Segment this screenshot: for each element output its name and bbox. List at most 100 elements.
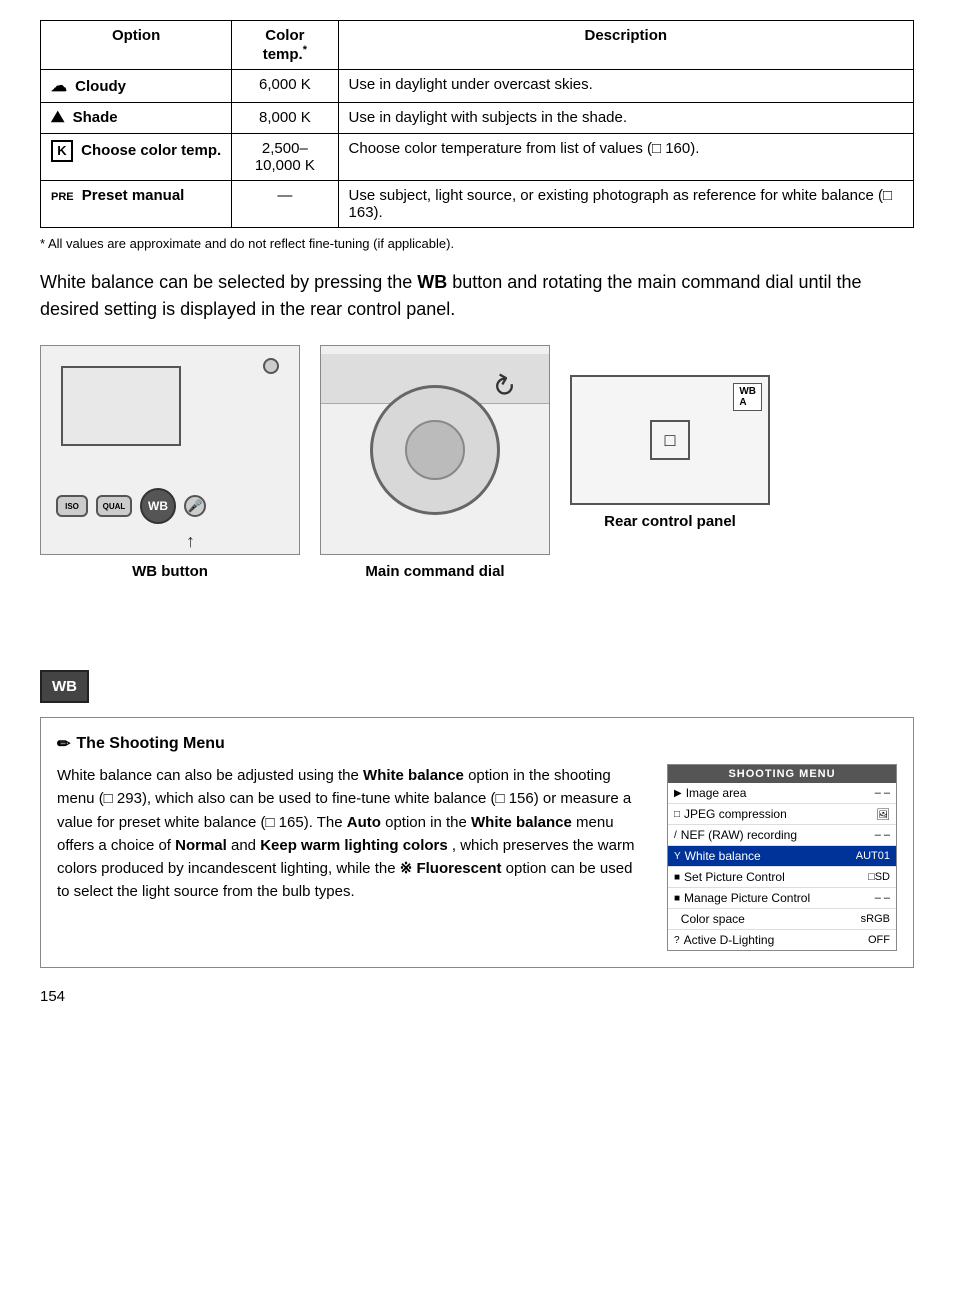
iso-button: ISO [56,495,88,517]
menu-val-d-lighting: OFF [868,934,890,946]
note-text-5: and [231,837,260,854]
rear-panel-wrapper: WBA □ [570,375,770,505]
table-footnote: * All values are approximate and do not … [40,236,914,251]
rear-wb-badge: WBA [733,383,762,411]
menu-icon-pic-ctrl: ■ [674,872,680,883]
dial-inner [405,420,465,480]
option-cloudy: ☁ Cloudy [41,70,232,103]
menu-val-nef: – – [875,829,890,841]
note-text-1: White balance can also be adjusted using… [57,767,363,784]
note-title-text: The Shooting Menu [76,735,224,753]
cloud-icon: ☁ [51,78,67,95]
wb-sidebar-badge: WB [40,670,89,703]
wb-sidebar-container: WB [40,670,914,703]
k-icon: K [51,140,73,162]
menu-icon-nef: / [674,830,677,841]
camera-screen [61,366,181,446]
wb-button: WB [140,488,176,524]
shooting-menu: SHOOTING MENU ▶ Image area – – □ JPEG co… [667,764,897,951]
page-number: 154 [40,988,914,1005]
menu-val-pic-ctrl: □SD [868,871,890,883]
camera-illustration: ISO QUAL WB 🎤 ↑ [40,345,300,555]
note-body-text: White balance can also be adjusted using… [57,764,647,904]
table-row: ⛰ Shade 8,000 K Use in daylight with sub… [41,103,914,134]
wb-arrow: ↑ [186,531,195,552]
wb-button-label: WB button [132,563,208,580]
pre-icon: PRE [51,191,74,203]
shooting-menu-title: SHOOTING MENU [668,765,896,783]
menu-icon-color-space [674,914,677,925]
dial-circle-container: ↻ [370,385,500,515]
menu-val-jpeg: 🖼 [876,808,890,821]
mountain-icon: ⛰ [51,109,64,126]
menu-row-manage-pic: ■ Manage Picture Control – – [668,888,896,909]
menu-val-wb: AUT01 [856,850,890,862]
menu-row-wb: Y White balance AUT01 [668,846,896,867]
desc-cloudy: Use in daylight under overcast skies. [338,70,913,103]
qual-button: QUAL [96,495,132,517]
auto-bold: Auto [347,814,381,831]
white-balance-bold-1: White balance [363,767,464,784]
table-row: ☁ Cloudy 6,000 K Use in daylight under o… [41,70,914,103]
desc-choose: Choose color temperature from list of va… [338,134,913,181]
colortemp-choose: 2,500–10,000 K [232,134,338,181]
menu-name-wb: White balance [685,849,856,863]
shooting-menu-img: SHOOTING MENU ▶ Image area – – □ JPEG co… [667,764,897,951]
main-dial-diagram: ↻ Main command dial [320,345,550,580]
menu-row-jpeg: □ JPEG compression 🖼 [668,804,896,825]
normal-bold: Normal [175,837,227,854]
menu-name-pic-ctrl: Set Picture Control [684,870,868,884]
dial-outer: ↻ [370,385,500,515]
camera-dials: ISO QUAL WB 🎤 [56,488,206,524]
col-header-description: Description [338,21,913,70]
colortemp-cloudy: 6,000 K [232,70,338,103]
menu-row-d-lighting: ? Active D-Lighting OFF [668,930,896,950]
option-choose-color: K Choose color temp. [41,134,232,181]
menu-icon-d-lighting: ? [674,935,680,946]
rear-panel-diagram: WBA □ Rear control panel [570,345,770,530]
menu-row-color-space: Color space sRGB [668,909,896,930]
wb-button-diagram: ISO QUAL WB 🎤 ↑ WB button [40,345,300,580]
pencil-icon: ✏ [57,734,70,754]
menu-icon-jpeg: □ [674,809,680,820]
menu-icon-manage-pic: ■ [674,893,680,904]
col-header-option: Option [41,21,232,70]
rear-display-icon: □ [650,420,690,460]
menu-name-manage-pic: Manage Picture Control [684,891,875,905]
dial-illustration: ↻ [320,345,550,555]
colortemp-shade: 8,000 K [232,103,338,134]
menu-name-jpeg: JPEG compression [684,807,876,821]
menu-row-image-area: ▶ Image area – – [668,783,896,804]
menu-row-pic-ctrl: ■ Set Picture Control □SD [668,867,896,888]
desc-shade: Use in daylight with subjects in the sha… [338,103,913,134]
menu-val-manage-pic: – – [875,892,890,904]
keep-warm-bold: Keep warm lighting colors [260,837,448,854]
fluorescent-bold: ※ Fluorescent [400,860,502,877]
wb-bold: WB [417,272,447,292]
menu-name-nef: NEF (RAW) recording [681,828,875,842]
desc-preset: Use subject, light source, or existing p… [338,181,913,228]
options-table: Option Color temp.* Description ☁ Cloudy… [40,20,914,228]
menu-val-image-area: – – [875,787,890,799]
white-balance-bold-2: White balance [471,814,572,831]
note-section: ✏ The Shooting Menu White balance can al… [40,717,914,968]
col-header-colortemp: Color temp.* [232,21,338,70]
note-box: ✏ The Shooting Menu White balance can al… [40,717,914,968]
table-row: PRE Preset manual — Use subject, light s… [41,181,914,228]
note-content: White balance can also be adjusted using… [57,764,897,951]
diagram-row: ISO QUAL WB 🎤 ↑ WB button ↻ Main command… [40,345,914,580]
menu-icon-wb: Y [674,851,681,862]
body-paragraph: White balance can be selected by pressin… [40,269,914,323]
table-row: K Choose color temp. 2,500–10,000 K Choo… [41,134,914,181]
menu-val-color-space: sRGB [861,913,890,925]
option-preset: PRE Preset manual [41,181,232,228]
note-text-3: option in the [385,814,471,831]
camera-connector [263,358,279,374]
spacer [40,610,914,670]
option-shade: ⛰ Shade [41,103,232,134]
menu-icon-image-area: ▶ [674,788,682,799]
menu-name-image-area: Image area [686,786,875,800]
menu-name-color-space: Color space [681,912,861,926]
mic-button: 🎤 [184,495,206,517]
menu-name-d-lighting: Active D-Lighting [684,933,868,947]
